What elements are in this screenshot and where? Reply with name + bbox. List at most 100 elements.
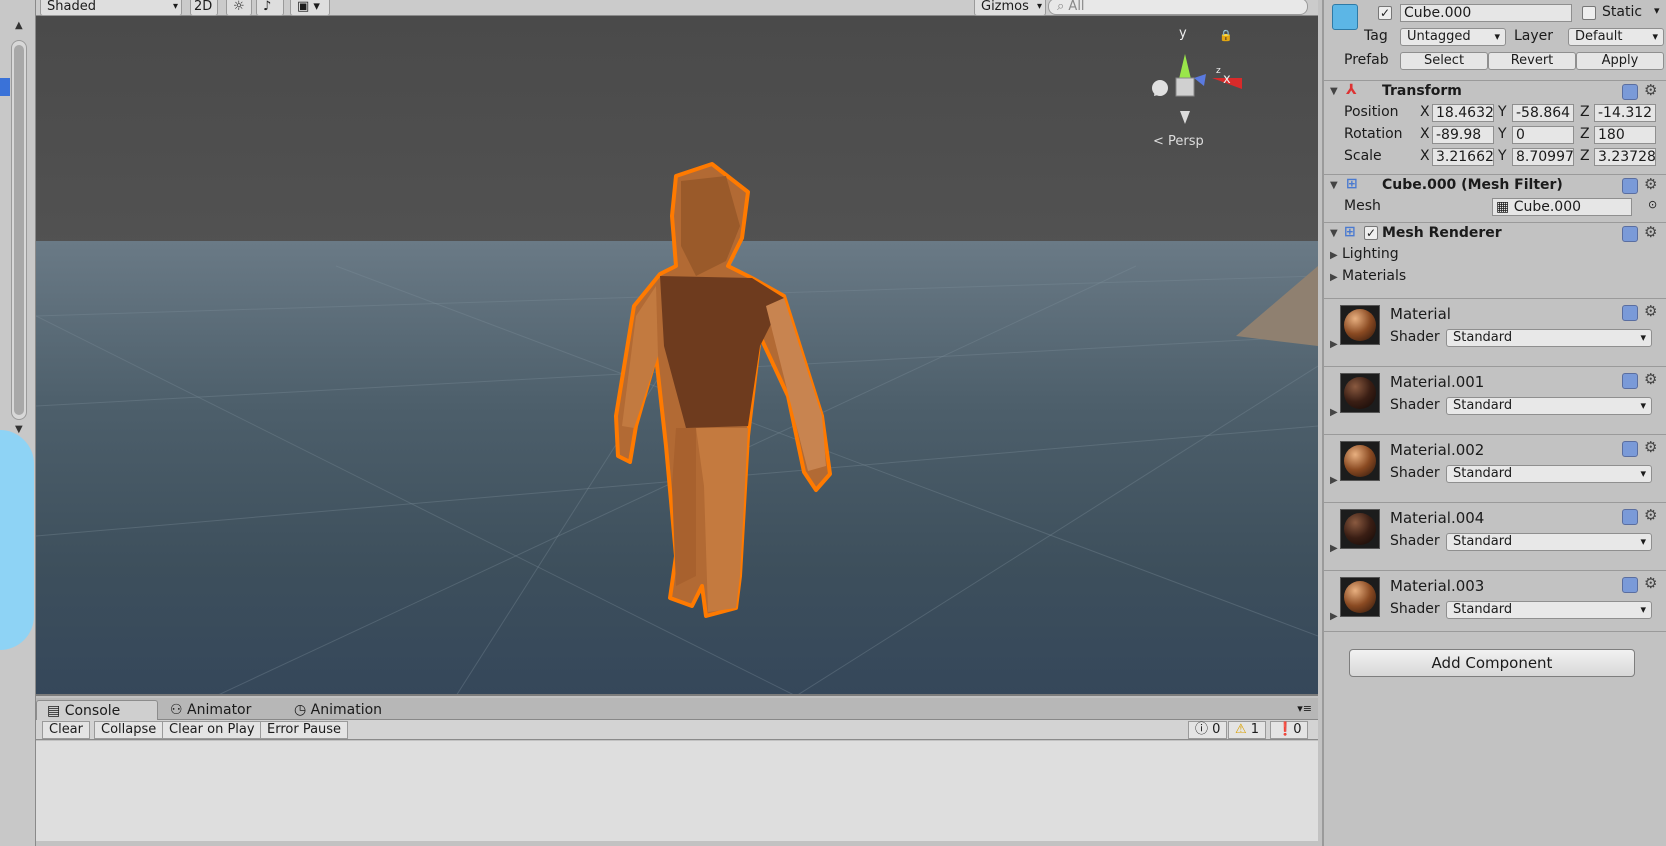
expand-arrow-icon[interactable]: ▶: [1330, 543, 1338, 554]
hierarchy-scrollbar[interactable]: [11, 40, 27, 420]
tab-animator[interactable]: ⚇ Animator: [160, 700, 261, 720]
collapse-arrow-icon[interactable]: ▼: [1330, 228, 1338, 239]
gear-icon[interactable]: ⚙: [1644, 574, 1657, 592]
help-icon[interactable]: [1622, 441, 1638, 457]
prefab-apply-button[interactable]: Apply: [1576, 52, 1664, 70]
help-icon[interactable]: [1622, 305, 1638, 321]
position-label: Position: [1344, 104, 1399, 120]
mesh-renderer-header[interactable]: ▼ ⊞ ✓ Mesh Renderer ⚙: [1324, 222, 1666, 244]
help-icon[interactable]: [1622, 178, 1638, 194]
gear-icon[interactable]: ⚙: [1644, 223, 1657, 241]
scroll-up-arrow-icon[interactable]: ▲: [15, 20, 23, 31]
scene-view[interactable]: y x z 🔒 < Persp: [36, 16, 1318, 696]
mesh-field[interactable]: ▦ Cube.000: [1492, 198, 1632, 216]
transform-icon: ⅄: [1346, 82, 1357, 98]
scale-z-field[interactable]: 3.23728: [1594, 148, 1656, 166]
scale-x-field[interactable]: 3.21662: [1432, 148, 1494, 166]
hierarchy-selected-row[interactable]: [0, 78, 10, 96]
axis-x-label: X: [1420, 148, 1430, 164]
axis-y-label: Y: [1498, 126, 1507, 142]
collapse-button[interactable]: Collapse: [94, 721, 164, 739]
scene-overlay: [36, 54, 1318, 694]
projection-toggle[interactable]: < Persp: [1153, 134, 1204, 149]
warning-count-toggle[interactable]: ⚠ 1: [1228, 721, 1267, 739]
materials-foldout[interactable]: Materials: [1342, 268, 1406, 284]
position-x-field[interactable]: 18.4632: [1432, 104, 1494, 122]
material-name: Material.003: [1390, 577, 1485, 595]
gizmos-dropdown[interactable]: Gizmos: [974, 0, 1046, 16]
help-icon[interactable]: [1622, 577, 1638, 593]
panel-menu-icon[interactable]: ▾≡: [1297, 702, 1312, 715]
prefab-label: Prefab: [1344, 52, 1389, 68]
shader-label: Shader: [1390, 601, 1440, 617]
tag-dropdown[interactable]: Untagged: [1400, 28, 1506, 46]
help-icon[interactable]: [1622, 373, 1638, 389]
tab-console[interactable]: ▤ Console: [36, 700, 158, 720]
expand-arrow-icon[interactable]: ▶: [1330, 475, 1338, 486]
scene-lighting-icon[interactable]: ☼: [226, 0, 252, 16]
mesh-renderer-enabled-checkbox[interactable]: ✓: [1364, 226, 1378, 240]
static-checkbox[interactable]: [1582, 6, 1596, 20]
expand-arrow-icon[interactable]: ▶: [1330, 611, 1338, 622]
prefab-revert-button[interactable]: Revert: [1488, 52, 1576, 70]
orientation-gizmo[interactable]: [1152, 54, 1242, 124]
expand-arrow-icon[interactable]: ▶: [1330, 272, 1338, 283]
collapse-arrow-icon[interactable]: ▼: [1330, 86, 1338, 97]
mesh-filter-header[interactable]: ▼ ⊞ Cube.000 (Mesh Filter) ⚙: [1324, 174, 1666, 196]
position-y-field[interactable]: -58.864: [1512, 104, 1574, 122]
rotation-z-field[interactable]: 180: [1594, 126, 1656, 144]
active-checkbox[interactable]: ✓: [1378, 6, 1392, 20]
gear-icon[interactable]: ⚙: [1644, 506, 1657, 524]
expand-arrow-icon[interactable]: ▶: [1330, 339, 1338, 350]
gear-icon[interactable]: ⚙: [1644, 175, 1657, 193]
gear-icon[interactable]: ⚙: [1644, 438, 1657, 456]
scene-effects-icon[interactable]: ▣ ▾: [290, 0, 330, 16]
gear-icon[interactable]: ⚙: [1644, 302, 1657, 320]
help-icon[interactable]: [1622, 226, 1638, 242]
object-name-field[interactable]: Cube.000: [1400, 4, 1572, 22]
shader-dropdown[interactable]: Standard: [1446, 533, 1652, 551]
static-dropdown-icon[interactable]: ▾: [1654, 4, 1660, 17]
object-picker-icon[interactable]: ⊙: [1648, 198, 1657, 211]
mesh-renderer-icon: ⊞: [1344, 224, 1356, 240]
scale-y-field[interactable]: 8.70997: [1512, 148, 1574, 166]
transform-header[interactable]: ▼ ⅄ Transform ⚙: [1324, 80, 1666, 102]
add-component-button[interactable]: Add Component: [1349, 649, 1635, 677]
clear-on-play-button[interactable]: Clear on Play: [162, 721, 262, 739]
shader-dropdown[interactable]: Standard: [1446, 465, 1652, 483]
lock-icon[interactable]: 🔒: [1219, 29, 1233, 42]
2d-toggle-button[interactable]: 2D: [190, 0, 218, 16]
prefab-select-button[interactable]: Select: [1400, 52, 1488, 70]
info-count-toggle[interactable]: ⓘ 0: [1188, 721, 1228, 739]
gear-icon[interactable]: ⚙: [1644, 370, 1657, 388]
shader-dropdown[interactable]: Standard: [1446, 601, 1652, 619]
axis-y-label: Y: [1498, 148, 1507, 164]
expand-arrow-icon[interactable]: ▶: [1330, 250, 1338, 261]
help-icon[interactable]: [1622, 84, 1638, 100]
scrollbar-thumb[interactable]: [14, 45, 24, 415]
rotation-x-field[interactable]: -89.98: [1432, 126, 1494, 144]
gear-icon[interactable]: ⚙: [1644, 81, 1657, 99]
shading-mode-dropdown[interactable]: Shaded: [40, 0, 182, 16]
expand-arrow-icon[interactable]: ▶: [1330, 407, 1338, 418]
shader-dropdown[interactable]: Standard: [1446, 397, 1652, 415]
collapse-arrow-icon[interactable]: ▼: [1330, 180, 1338, 191]
tab-animator-label: Animator: [187, 702, 252, 718]
shader-dropdown[interactable]: Standard: [1446, 329, 1652, 347]
tag-label: Tag: [1364, 28, 1388, 44]
clear-button[interactable]: Clear: [42, 721, 90, 739]
error-pause-button[interactable]: Error Pause: [260, 721, 349, 739]
axis-z-label: Z: [1580, 126, 1590, 142]
help-icon[interactable]: [1622, 509, 1638, 525]
lighting-foldout[interactable]: Lighting: [1342, 246, 1399, 262]
error-count-toggle[interactable]: ❗0: [1270, 721, 1309, 739]
material-name: Material.004: [1390, 509, 1485, 527]
mesh-value: Cube.000: [1513, 199, 1582, 215]
tab-animation[interactable]: ◷ Animation: [284, 700, 392, 720]
scene-search-input[interactable]: ⌕ All: [1048, 0, 1308, 15]
layer-dropdown[interactable]: Default: [1568, 28, 1664, 46]
console-log-area[interactable]: [36, 741, 1318, 841]
position-z-field[interactable]: -14.312: [1594, 104, 1656, 122]
scene-audio-icon[interactable]: ♪: [256, 0, 284, 16]
rotation-y-field[interactable]: 0: [1512, 126, 1574, 144]
